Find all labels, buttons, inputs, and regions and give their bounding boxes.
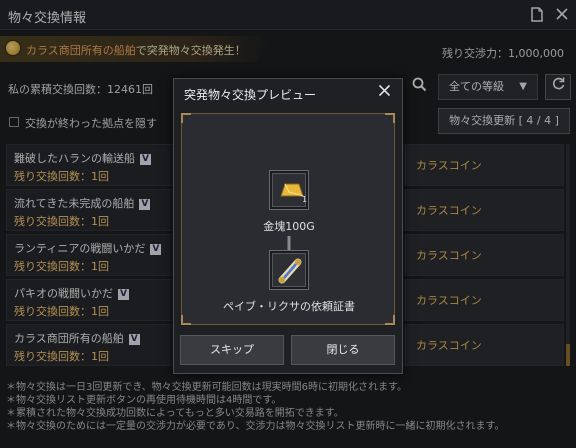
scroll-icon [272,253,306,287]
receive-item-name: ペイブ・リクサの依頼証書 [223,300,355,313]
give-item-name: 金塊100G [263,220,315,233]
frame-corner [385,315,395,325]
modal-title: 突発物々交換プレビュー [184,88,317,102]
preview-panel: 1 金塊100G ペイブ・リクサの依頼証書 [181,113,395,325]
frame-corner [181,113,191,123]
give-item-count: 1 [302,195,308,204]
gold-bar-icon [272,173,306,207]
exchange-preview-modal: 突発物々交換プレビュー 1 金塊100G ペイブ・リクサの依頼証書 スキップ 閉… [173,78,403,374]
close-button[interactable]: 閉じる [291,335,395,365]
close-icon[interactable] [375,83,393,101]
receive-item-slot[interactable] [269,250,309,290]
frame-corner [385,113,395,123]
frame-corner [181,315,191,325]
skip-button[interactable]: スキップ [180,335,284,365]
give-item-slot[interactable]: 1 [269,170,309,210]
